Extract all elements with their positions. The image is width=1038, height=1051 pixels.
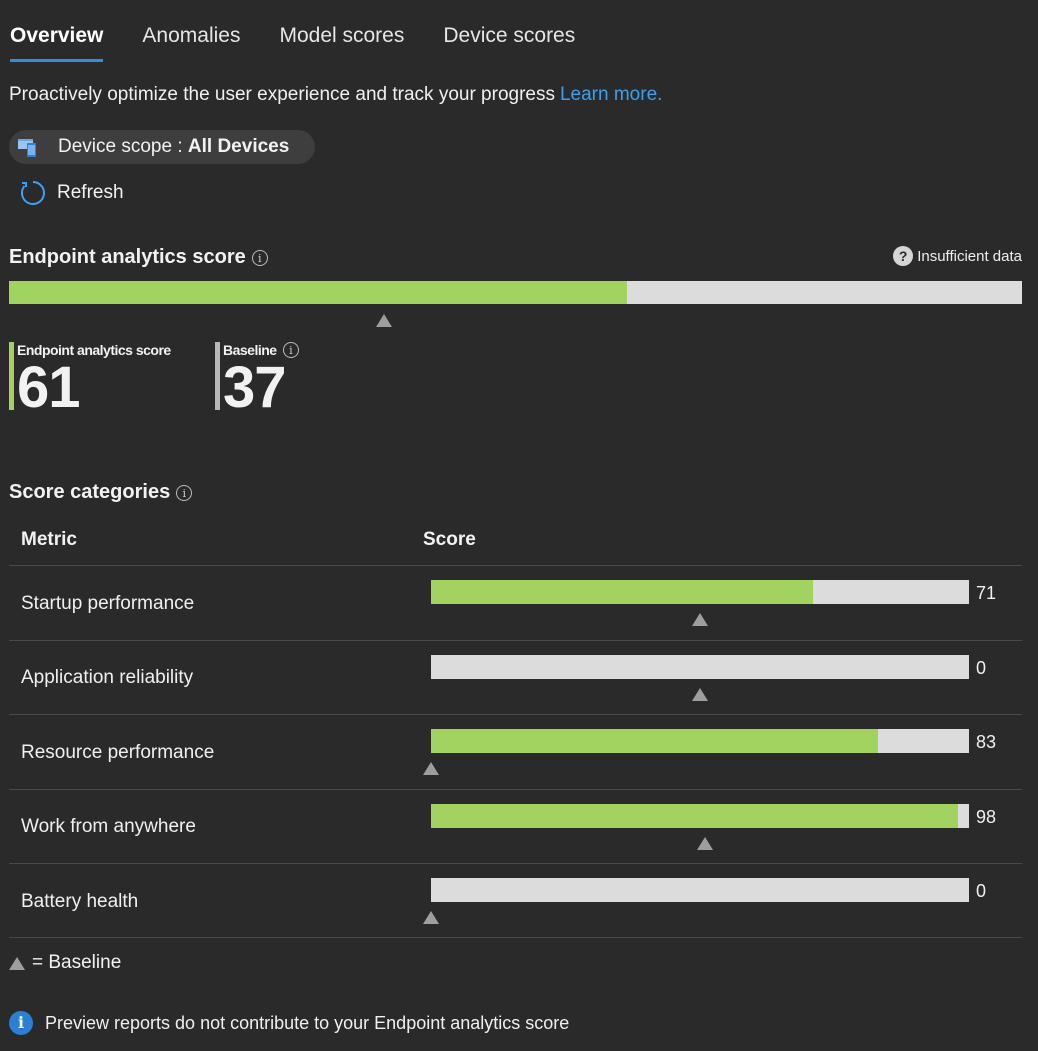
table-row[interactable]: Work from anywhere 98 — [9, 789, 1022, 864]
learn-more-link[interactable]: Learn more. — [560, 84, 662, 105]
score-value: 0 — [976, 881, 987, 901]
endpoint-score-heading: Endpoint analytics score i — [9, 246, 268, 269]
endpoint-score-title: Endpoint analytics score — [9, 246, 246, 268]
score-categories-title: Score categories — [9, 481, 171, 503]
preview-note-text: Preview reports do not contribute to you… — [45, 1012, 570, 1033]
score-bar — [431, 729, 969, 753]
endpoint-score-bar — [9, 281, 1022, 304]
score-value: 98 — [976, 807, 997, 827]
baseline-marker — [692, 688, 708, 701]
metric-name: Battery health — [21, 891, 139, 912]
insufficient-data-indicator: ? Insufficient data — [893, 246, 1022, 266]
preview-note: i Preview reports do not contribute to y… — [9, 1011, 569, 1035]
baseline-marker — [697, 837, 714, 850]
baseline-stat: Baseline i 37 — [215, 342, 299, 417]
devices-icon — [18, 139, 36, 157]
baseline-legend-text: = Baseline — [32, 952, 122, 973]
tab-device-scores[interactable]: Device scores — [443, 24, 575, 62]
info-icon: i — [9, 1011, 33, 1035]
score-value: 71 — [976, 583, 997, 603]
baseline-marker — [375, 314, 392, 327]
intro-text: Proactively optimize the user experience… — [9, 84, 662, 106]
table-row[interactable]: Battery health 0 — [9, 863, 1022, 938]
refresh-label: Refresh — [57, 182, 124, 203]
score-value: 83 — [976, 732, 997, 752]
column-header-metric[interactable]: Metric — [21, 529, 77, 551]
device-scope-prefix: Device scope : — [58, 136, 183, 157]
endpoint-score-bar-fill — [9, 281, 627, 304]
baseline-legend: = Baseline — [9, 952, 121, 974]
table-row[interactable]: Resource performance 83 — [9, 714, 1022, 789]
metric-name: Resource performance — [21, 742, 215, 763]
metric-name: Application reliability — [21, 667, 194, 688]
score-bar-fill — [431, 729, 878, 753]
baseline-triangle-icon — [9, 956, 25, 970]
score-value: 0 — [976, 658, 987, 678]
score-bar — [431, 878, 969, 902]
tab-model-scores[interactable]: Model scores — [279, 24, 404, 62]
tab-overview[interactable]: Overview — [10, 24, 104, 62]
table-bottom-divider — [9, 937, 1022, 938]
info-icon[interactable]: i — [176, 484, 193, 501]
score-categories-heading: Score categories i — [9, 481, 193, 504]
score-bar-fill — [431, 804, 959, 828]
refresh-icon — [21, 181, 45, 205]
score-bar — [431, 580, 969, 604]
baseline-marker — [423, 762, 439, 775]
table-row[interactable]: Application reliability 0 — [9, 640, 1022, 715]
refresh-button[interactable]: Refresh — [20, 180, 124, 206]
intro-description: Proactively optimize the user experience… — [9, 84, 555, 105]
baseline-indicator-line — [215, 342, 220, 410]
baseline-marker — [692, 613, 708, 626]
score-bar-fill — [431, 580, 813, 604]
tab-anomalies[interactable]: Anomalies — [142, 24, 240, 62]
info-icon[interactable]: i — [251, 249, 268, 266]
score-bar — [431, 655, 969, 679]
endpoint-score-value: 61 — [17, 355, 81, 420]
device-scope-button[interactable]: Device scope : All Devices — [9, 130, 315, 164]
table-row[interactable]: Startup performance 71 — [9, 565, 1022, 640]
metric-name: Startup performance — [21, 593, 195, 614]
column-header-score[interactable]: Score — [423, 529, 476, 551]
tab-bar: Overview Anomalies Model scores Device s… — [10, 24, 614, 64]
score-indicator-line — [9, 342, 14, 410]
endpoint-score-stat: Endpoint analytics score 61 — [9, 342, 171, 417]
device-scope-value: All Devices — [187, 136, 290, 157]
baseline-marker — [423, 911, 439, 924]
insufficient-data-label: Insufficient data — [917, 247, 1022, 265]
question-icon: ? — [893, 246, 914, 266]
baseline-value: 37 — [223, 355, 287, 420]
metric-name: Work from anywhere — [21, 816, 196, 837]
score-bar — [431, 804, 969, 828]
